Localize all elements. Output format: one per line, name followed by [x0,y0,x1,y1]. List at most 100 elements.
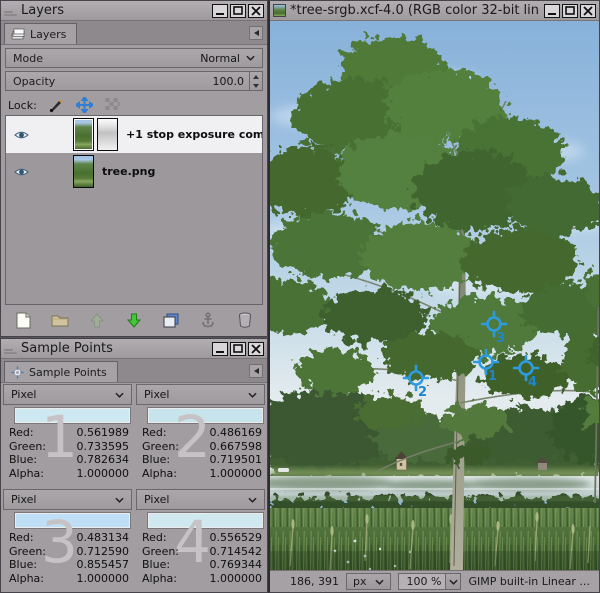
layer-thumbnail[interactable] [73,118,94,151]
channel-value: 1.000000 [77,572,130,586]
duplicate-layer-button[interactable] [161,310,181,330]
opacity-slider[interactable]: Opacity 100.0 [5,71,263,91]
unit-combo[interactable]: px [346,573,392,590]
zoom-input[interactable]: 100 % [398,573,446,590]
sample-points-titlebar[interactable]: Sample Points [1,339,267,359]
channel-value: 0.561989 [77,426,130,440]
sample-points-grid: 1 Pixel Red:0.561989 Green:0.733595 Blue… [3,384,265,589]
chevron-down-icon [375,579,384,585]
maximize-icon[interactable] [230,342,246,356]
sample-points-tabbar: Sample Points [1,359,267,383]
image-canvas[interactable]: 1 2 3 [270,21,599,572]
channel-row: Alpha: 1.000000 [3,572,132,586]
folder-icon [51,313,69,327]
sample-points-window: Sample Points Sample Points 1 Pixel Red:… [0,338,268,593]
minimize-icon[interactable] [212,4,228,18]
chevron-down-icon [115,392,124,398]
sample-point-panel-4: 4 Pixel Red:0.556529 Green:0.714542 Blue… [136,489,265,589]
lock-move-icon[interactable] [76,97,93,113]
channel-value: 1.000000 [77,467,130,481]
raise-layer-button[interactable] [87,310,107,330]
channel-label: Red: [142,531,167,545]
close-icon[interactable] [248,342,264,356]
layer-mask-thumbnail[interactable] [97,118,118,151]
marker-number: 3 [496,331,505,346]
close-icon[interactable] [248,4,264,18]
foreground-grass [270,508,599,572]
channel-label: Red: [9,426,34,440]
channel-value: 0.714542 [210,545,263,559]
channel-value: 0.712590 [77,545,130,559]
minimize-icon[interactable] [544,4,560,18]
channel-label: Green: [9,545,46,559]
lower-layer-button[interactable] [124,310,144,330]
eye-icon [14,167,29,177]
channel-label: Alpha: [142,572,177,586]
statusbar: 186, 391 px 100 % GIMP built-in Linear .… [270,570,599,592]
visibility-toggle[interactable] [9,130,33,140]
sample-mode-combo[interactable]: Pixel [136,384,265,405]
channel-label: Blue: [9,558,37,572]
anchor-layer-button[interactable] [198,310,218,330]
layers-window: Layers Layers Mode Normal Opacity 100.0 … [0,0,268,337]
image-window: *tree-srgb.xcf-4.0 (RGB color 32-bit lin [268,0,600,593]
sample-mode-value: Pixel [144,388,169,401]
channel-label: Red: [9,531,34,545]
channel-value: 1.000000 [210,572,263,586]
new-layer-button[interactable] [13,310,33,330]
layer-thumbnail[interactable] [73,155,94,188]
channel-row: Green: 0.733595 [3,440,132,454]
layer-row-exposure[interactable]: +1 stop exposure comp [6,116,262,153]
dock-window-icon [4,344,17,354]
channel-row: Alpha:1.000000 [136,467,265,481]
spinner-down-icon[interactable] [250,81,262,90]
minimize-icon[interactable] [212,342,228,356]
dockable-menu-button[interactable] [249,364,263,378]
tab-sample-points[interactable]: Sample Points [4,361,118,382]
layers-window-title: Layers [21,3,212,18]
sample-mode-combo[interactable]: Pixel [3,384,132,405]
dockable-menu-button[interactable] [249,26,263,40]
channel-value: 0.667598 [210,440,263,454]
layers-toolbar [5,307,263,333]
spinner-up-icon[interactable] [250,72,262,81]
channel-value: 0.733595 [77,440,130,454]
channel-row: Red:0.556529 [136,531,265,545]
channel-row: Blue:0.719501 [136,453,265,467]
channel-label: Alpha: [9,572,44,586]
channel-label: Green: [9,440,46,454]
layers-titlebar[interactable]: Layers [1,1,267,21]
sample-points-window-title: Sample Points [21,341,212,356]
layer-row-tree[interactable]: tree.png [6,153,262,190]
channel-row: Red: 0.561989 [3,426,132,440]
layer-mode-combo[interactable]: Mode Normal [5,48,263,68]
tab-sample-points-label: Sample Points [29,366,107,379]
layers-tabbar: Layers [1,21,267,45]
layer-name[interactable]: +1 stop exposure comp [126,128,263,141]
layer-list[interactable]: +1 stop exposure comp tree.png [5,115,263,305]
sample-mode-combo[interactable]: Pixel [3,489,132,510]
new-group-button[interactable] [50,310,70,330]
zoom-control: 100 % [398,573,461,590]
lock-paint-icon[interactable] [48,97,65,113]
channel-value: 0.782634 [77,453,130,467]
maximize-icon[interactable] [562,4,578,18]
zoom-dropdown-button[interactable] [446,573,461,590]
layer-stack-icon [11,28,25,40]
sample-mode-value: Pixel [11,493,36,506]
layer-name[interactable]: tree.png [102,165,155,178]
lock-alpha-icon[interactable] [104,97,121,113]
image-titlebar[interactable]: *tree-srgb.xcf-4.0 (RGB color 32-bit lin [270,1,599,21]
delete-layer-button[interactable] [235,310,255,330]
maximize-icon[interactable] [230,4,246,18]
gimp-image-icon [273,4,286,17]
lock-label: Lock: [8,99,37,112]
tab-layers[interactable]: Layers [4,23,77,44]
close-icon[interactable] [580,4,596,18]
visibility-toggle[interactable] [9,167,33,177]
opacity-spinner[interactable] [249,72,262,90]
channel-label: Blue: [142,453,170,467]
tab-layers-label: Layers [30,28,66,41]
sample-mode-combo[interactable]: Pixel [136,489,265,510]
channel-row: Green:0.667598 [136,440,265,454]
